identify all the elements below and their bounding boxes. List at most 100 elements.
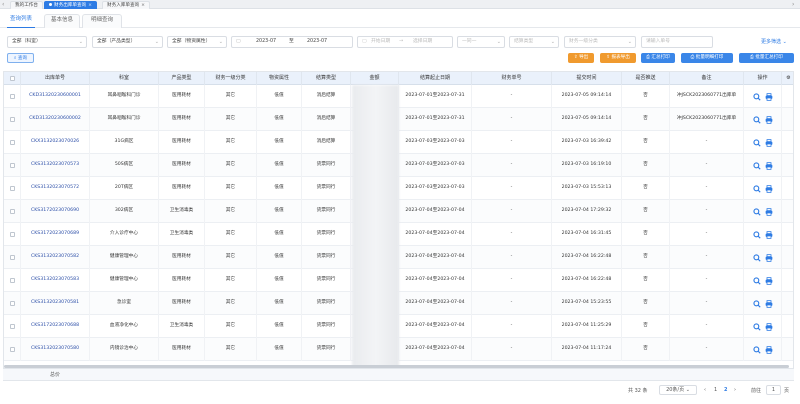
col-submit-time[interactable]: 提交时间 — [552, 72, 622, 85]
order-no-link[interactable]: CKS3172023070689 — [21, 223, 90, 246]
order-no-link[interactable]: CKX3132023070026 — [21, 131, 90, 154]
top-tab-workbench[interactable]: 我的工作台 — [10, 1, 43, 9]
search-icon[interactable] — [752, 230, 761, 239]
select-all-checkbox[interactable] — [9, 76, 15, 81]
page-1[interactable]: 1 — [714, 387, 717, 393]
print-icon[interactable] — [765, 138, 773, 147]
row-checkbox[interactable] — [9, 94, 15, 99]
print-icon[interactable] — [765, 92, 773, 101]
table-row[interactable]: CKS3132023070580 内镜诊治中心 医用耗材 其它 低值 货票同行 2023-0… — [4, 338, 793, 361]
col-amount[interactable]: 金额 — [351, 72, 399, 85]
table-row[interactable]: CKS3132023070581 急诊室 医用耗材 其它 低值 货票同行 2023-07-0… — [4, 292, 793, 315]
col-settle-type[interactable]: 结算类型 — [302, 72, 351, 85]
order-no-link[interactable]: CKS3132023070573 — [21, 154, 90, 177]
print-icon[interactable] — [765, 322, 773, 331]
goto-page-input[interactable]: 1 — [766, 385, 781, 395]
table-row[interactable]: CKX3132023070026 31G病区 医用耗材 其它 低值 消后结算 2023-07… — [4, 131, 793, 154]
search-icon[interactable] — [752, 299, 761, 308]
col-settle-range[interactable]: 结算起止日期 — [399, 72, 472, 85]
col-material-attr[interactable]: 物资属性 — [257, 72, 302, 85]
page-size-select[interactable]: 20条/页 ⌄ — [659, 385, 697, 395]
table-row[interactable]: CKD31320230600001 耳鼻咽喉科门诊 医用耗材 其它 低值 消后结算 2023… — [4, 85, 793, 108]
row-checkbox[interactable] — [9, 117, 15, 122]
order-no-link[interactable]: CKS3132023070581 — [21, 292, 90, 315]
next-page-button[interactable]: › — [734, 387, 736, 393]
col-finance-no[interactable]: 财务单号 — [472, 72, 552, 85]
col-pushed[interactable]: 是否推送 — [622, 72, 670, 85]
order-no-link[interactable]: CKS3132023070583 — [21, 269, 90, 292]
col-finance-category[interactable]: 财务一级分类 — [205, 72, 257, 85]
tab-detail-query[interactable]: 明细查询 — [82, 14, 122, 28]
print-icon[interactable] — [765, 207, 773, 216]
export-button[interactable]: ⇪ 导出 — [568, 53, 594, 63]
report-export-button[interactable]: ⇪ 报表导出 — [600, 53, 636, 63]
table-row[interactable]: CKS3132023070572 20T病区 医用耗材 其它 低值 货票同行 2023-07… — [4, 177, 793, 200]
print-icon[interactable] — [765, 345, 773, 354]
col-order-no[interactable]: 出库单号 — [21, 72, 90, 85]
search-icon[interactable] — [752, 115, 761, 124]
print-icon[interactable] — [765, 115, 773, 124]
order-no-link[interactable]: CKS3132023070572 — [21, 177, 90, 200]
col-product-type[interactable]: 产品类型 — [159, 72, 205, 85]
row-checkbox[interactable] — [9, 163, 15, 168]
search-icon[interactable] — [752, 161, 761, 170]
row-checkbox[interactable] — [9, 301, 15, 306]
finance-category-select[interactable]: 财务一级分类 ⌄ — [564, 36, 636, 48]
fuzzy-select[interactable]: 一同一 ⌄ — [457, 36, 505, 48]
search-icon[interactable] — [752, 253, 761, 262]
search-icon[interactable] — [752, 345, 761, 354]
top-tab-finance-outbound[interactable]: 财务出库单查询 × — [44, 1, 98, 9]
print-icon[interactable] — [765, 230, 773, 239]
close-icon[interactable]: × — [141, 3, 145, 8]
print-icon[interactable] — [765, 161, 773, 170]
search-icon[interactable] — [752, 207, 761, 216]
row-checkbox[interactable] — [9, 278, 15, 283]
top-tab-finance-inbound[interactable]: 财务入库单查询 × — [102, 1, 151, 9]
row-checkbox[interactable] — [9, 255, 15, 260]
table-row[interactable]: CKD31320230600002 耳鼻咽喉科门诊 医用耗材 其它 低值 消后结算 2023… — [4, 108, 793, 131]
summary-print-button[interactable]: ⎙ 汇总打印 — [641, 53, 675, 63]
batch-summary-print-button[interactable]: ⎙ 批量汇总打印 — [739, 53, 794, 63]
row-checkbox[interactable] — [9, 209, 15, 214]
row-checkbox[interactable] — [9, 324, 15, 329]
order-no-link[interactable]: CKD31320230600001 — [21, 85, 90, 108]
gear-icon[interactable]: ⚙ — [786, 75, 790, 81]
settle-type-select[interactable]: 结算类型 ⌄ — [509, 36, 559, 48]
material-attr-select[interactable]: 全部（物资属性） ⌄ — [167, 36, 227, 48]
settle-date-range-picker[interactable]: ▢ 开始日期 → 选择日期 — [357, 36, 453, 48]
search-icon[interactable] — [752, 322, 761, 331]
more-filter-toggle[interactable]: 更多筛选 ⌄ — [761, 38, 787, 45]
table-row[interactable]: CKS3172023070688 血液净化中心 卫生消毒类 其它 低值 货票同行 2023-… — [4, 315, 793, 338]
table-row[interactable]: CKS3172023070690 302病区 卫生消毒类 其它 低值 货票同行 2023-0… — [4, 200, 793, 223]
order-no-link[interactable]: CKD31320230600002 — [21, 108, 90, 131]
forward-icon[interactable]: › — [792, 1, 794, 8]
search-icon[interactable] — [752, 276, 761, 285]
print-icon[interactable] — [765, 184, 773, 193]
order-no-link[interactable]: CKS3132023070580 — [21, 338, 90, 361]
table-row[interactable]: CKS3172023070689 介入诊疗中心 卫生消毒类 其它 低值 货票同行 2023-… — [4, 223, 793, 246]
row-checkbox[interactable] — [9, 140, 15, 145]
print-icon[interactable] — [765, 276, 773, 285]
row-checkbox[interactable] — [9, 347, 15, 352]
prev-page-button[interactable]: ‹ — [704, 387, 706, 393]
dept-select[interactable]: 全部（科室） ⌄ — [7, 36, 87, 48]
col-dept[interactable]: 科室 — [90, 72, 159, 85]
order-no-link[interactable]: CKS3132023070582 — [21, 246, 90, 269]
table-row[interactable]: CKS3132023070583 健康管理中心 医用耗材 其它 低值 货票同行 2023-0… — [4, 269, 793, 292]
tab-basic-info[interactable]: 基本信息 — [44, 14, 80, 28]
search-icon[interactable] — [752, 92, 761, 101]
row-checkbox[interactable] — [9, 232, 15, 237]
order-no-input[interactable]: 请输入单号 — [641, 36, 713, 48]
product-type-select[interactable]: 全部（产品类型） ⌄ — [92, 36, 163, 48]
page-2-current[interactable]: 2 — [724, 387, 727, 393]
close-icon[interactable]: × — [88, 3, 92, 8]
print-icon[interactable] — [765, 299, 773, 308]
month-range-picker[interactable]: ▢ 2023-07 至 2023-07 — [231, 36, 353, 48]
order-no-link[interactable]: CKS3172023070690 — [21, 200, 90, 223]
row-checkbox[interactable] — [9, 186, 15, 191]
col-remark[interactable]: 备注 — [670, 72, 744, 85]
query-button[interactable]: ⌕ 查询 — [7, 53, 34, 63]
search-icon[interactable] — [752, 138, 761, 147]
print-icon[interactable] — [765, 253, 773, 262]
tab-query-list[interactable]: 查询列表 — [7, 14, 35, 28]
